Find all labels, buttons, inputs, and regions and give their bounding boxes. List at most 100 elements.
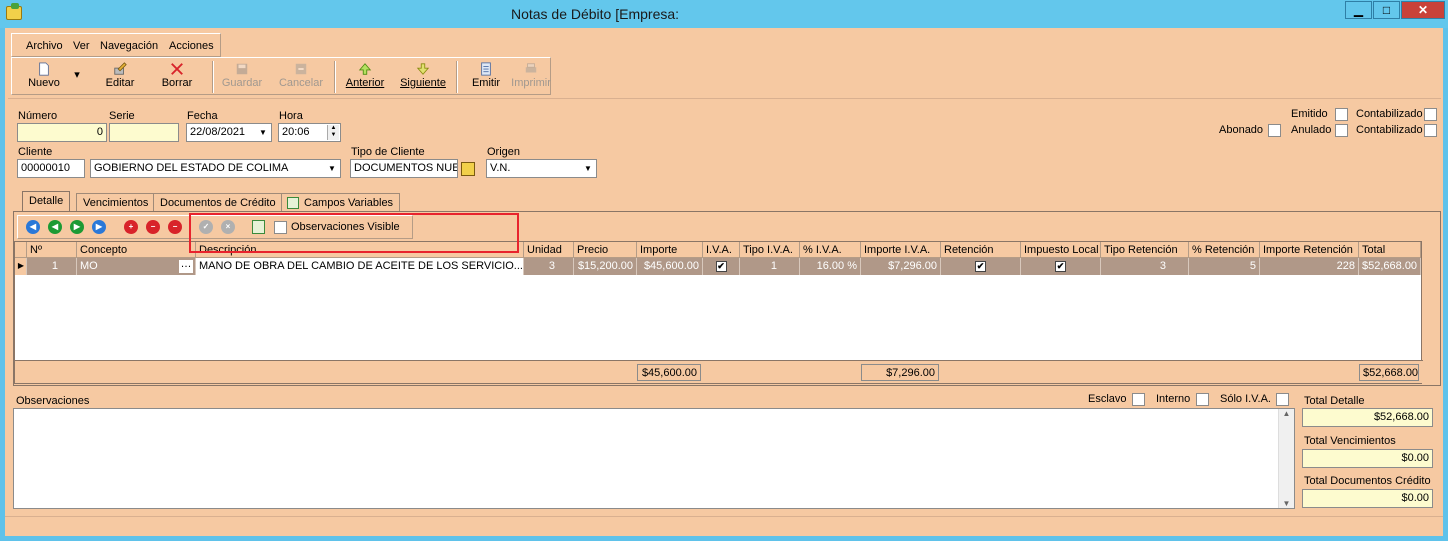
toolbar-separator [456, 61, 458, 93]
cell-retencion[interactable]: ✔ [941, 258, 1021, 275]
column-header[interactable]: Importe I.V.A. [861, 242, 941, 258]
cell-pct-iva[interactable]: 16.00 % [800, 258, 861, 275]
column-header[interactable]: Importe [637, 242, 703, 258]
total-detalle-field: $52,668.00 [1302, 408, 1433, 427]
column-header[interactable]: Concepto [77, 242, 196, 258]
menu-ver[interactable]: Ver [73, 40, 90, 52]
toolbar-area: Archivo Ver Navegación Acciones Nuevo ▾ … [8, 30, 1441, 96]
fecha-field[interactable]: 22/08/2021 ▼ [186, 123, 272, 142]
anulado-checkbox[interactable] [1335, 124, 1348, 137]
tipo-cliente-field[interactable]: DOCUMENTOS NUEV [350, 159, 458, 178]
tab-campos-variables[interactable]: Campos Variables [281, 193, 401, 211]
imprimir-button[interactable]: Imprimir [510, 60, 552, 94]
siguiente-button[interactable]: Siguiente [397, 60, 449, 94]
serie-field[interactable] [109, 123, 179, 142]
scrollbar[interactable]: ▲ ▼ [1278, 409, 1294, 508]
column-header[interactable]: Tipo Retención [1101, 242, 1189, 258]
column-header[interactable]: I.V.A. [703, 242, 740, 258]
interno-checkbox[interactable] [1196, 393, 1209, 406]
hora-spinner[interactable]: ▲ ▼ [327, 125, 339, 140]
cell-iva[interactable]: ✔ [703, 258, 740, 275]
column-header[interactable]: % Retención [1189, 242, 1260, 258]
hora-field[interactable]: 20:06 ▲ ▼ [278, 123, 341, 142]
abonado-checkbox[interactable] [1268, 124, 1281, 137]
anulado-label: Anulado [1291, 124, 1332, 136]
prev-record-icon[interactable]: ◀ [48, 220, 62, 234]
main-toolbar: Nuevo ▾ Editar Borrar Guardar Cancelar A… [11, 57, 551, 95]
delete-row-icon[interactable]: − [168, 220, 182, 234]
emitir-label: Emitir [471, 77, 501, 89]
chevron-down-icon[interactable]: ▼ [256, 125, 270, 140]
first-record-icon[interactable]: ◀ [26, 220, 40, 234]
chevron-down-icon[interactable]: ▼ [325, 161, 339, 176]
tab-documentos-credito[interactable]: Documentos de Crédito [153, 193, 283, 211]
cell-tipo-retencion[interactable]: 3 [1101, 258, 1189, 275]
solo-iva-checkbox[interactable] [1276, 393, 1289, 406]
column-header[interactable]: Precio [574, 242, 637, 258]
cell-tipo-iva[interactable]: 1 [740, 258, 800, 275]
anterior-label: Anterior [345, 77, 385, 89]
column-header[interactable]: Retención [941, 242, 1021, 258]
origen-field[interactable]: V.N. ▼ [486, 159, 597, 178]
cell-total[interactable]: $52,668.00 [1359, 258, 1421, 275]
cell-importe-retencion[interactable]: 228 [1260, 258, 1359, 275]
column-header[interactable]: Tipo I.V.A. [740, 242, 800, 258]
cell-concepto[interactable]: MO … [77, 258, 196, 275]
total-doc-credito-label: Total Documentos Crédito [1304, 475, 1431, 487]
emitido-label: Emitido [1291, 108, 1328, 120]
cell-importe[interactable]: $45,600.00 [637, 258, 703, 275]
add-row-icon[interactable]: + [124, 220, 138, 234]
emitir-button[interactable]: Emitir [466, 60, 506, 94]
retencion-checkbox[interactable]: ✔ [975, 261, 986, 272]
cancelar-button[interactable]: Cancelar [276, 60, 326, 94]
scroll-down-icon[interactable]: ▼ [1279, 499, 1294, 508]
impuesto-local-checkbox[interactable]: ✔ [1055, 261, 1066, 272]
menu-acciones[interactable]: Acciones [169, 40, 214, 52]
cell-pct-retencion[interactable]: 5 [1189, 258, 1260, 275]
numero-label: Número [18, 110, 58, 122]
total-doc-credito-field: $0.00 [1302, 489, 1433, 508]
column-header[interactable]: Total [1359, 242, 1421, 258]
close-button[interactable]: ✕ [1401, 1, 1445, 19]
cell-impuesto-local[interactable]: ✔ [1021, 258, 1101, 275]
cell-no[interactable]: 1 [27, 258, 77, 275]
cliente-codigo-field[interactable]: 00000010 [17, 159, 85, 178]
column-header[interactable]: Impuesto Local [1021, 242, 1101, 258]
column-header[interactable]: Unidad [524, 242, 574, 258]
nuevo-button[interactable]: Nuevo [24, 60, 64, 94]
scroll-up-icon[interactable]: ▲ [1279, 409, 1294, 418]
borrar-button[interactable]: Borrar [157, 60, 197, 94]
menu-navegacion[interactable]: Navegación [100, 40, 158, 52]
lookup-icon[interactable] [461, 162, 475, 176]
contabilizado-checkbox[interactable] [1424, 108, 1437, 121]
column-header[interactable]: Nº [27, 242, 77, 258]
cell-unidad[interactable]: 3 [524, 258, 574, 275]
iva-checkbox[interactable]: ✔ [715, 261, 727, 272]
numero-field[interactable]: 0 [17, 123, 107, 142]
remove-row-icon[interactable]: − [146, 220, 160, 234]
menu-archivo[interactable]: Archivo [26, 40, 63, 52]
observaciones-textarea[interactable]: ▲ ▼ [13, 408, 1295, 509]
cell-descripcion[interactable]: MANO DE OBRA DEL CAMBIO DE ACEITE DE LOS… [196, 258, 524, 275]
last-record-icon[interactable]: ▶ [92, 220, 106, 234]
guardar-button[interactable]: Guardar [220, 60, 264, 94]
cliente-nombre-field[interactable]: GOBIERNO DEL ESTADO DE COLIMA ▼ [90, 159, 341, 178]
cell-precio[interactable]: $15,200.00 [574, 258, 637, 275]
column-header[interactable]: % I.V.A. [800, 242, 861, 258]
cell-importe-iva[interactable]: $7,296.00 [861, 258, 941, 275]
ellipsis-icon[interactable]: … [179, 259, 193, 273]
maximize-button[interactable]: □ [1373, 1, 1400, 19]
tab-vencimientos[interactable]: Vencimientos [76, 193, 156, 211]
minimize-button[interactable]: ▁ [1345, 1, 1372, 19]
chevron-down-icon[interactable]: ▼ [581, 161, 595, 176]
emitido-checkbox[interactable] [1335, 108, 1348, 121]
esclavo-checkbox[interactable] [1132, 393, 1145, 406]
next-record-icon[interactable]: ▶ [70, 220, 84, 234]
editar-button[interactable]: Editar [100, 60, 140, 94]
column-header[interactable]: Importe Retención [1260, 242, 1359, 258]
tab-detalle[interactable]: Detalle [22, 191, 71, 212]
anterior-button[interactable]: Anterior [342, 60, 388, 94]
nuevo-dropdown[interactable]: ▾ [70, 68, 84, 102]
contabilizado2-checkbox[interactable] [1424, 124, 1437, 137]
interno-label: Interno [1156, 393, 1191, 405]
